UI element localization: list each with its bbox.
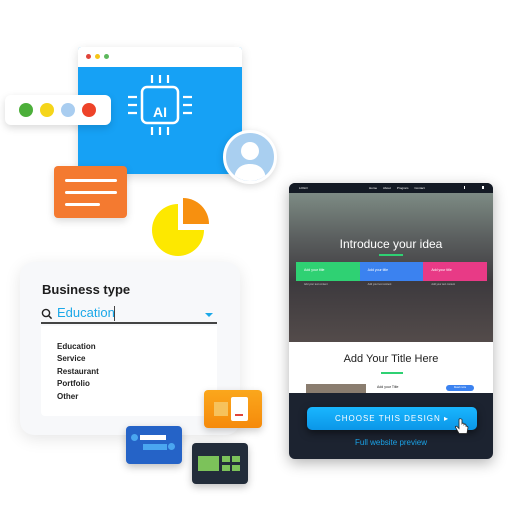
nav-about[interactable]: About	[383, 186, 391, 190]
color-swatch	[19, 103, 33, 117]
option-portfolio[interactable]: Portfolio	[41, 379, 217, 391]
chat-card-icon	[126, 426, 182, 464]
pie-chart-icon	[152, 198, 209, 256]
hand-cursor-icon	[455, 418, 469, 434]
text-card-icon	[54, 166, 127, 218]
business-type-options: Education Service Restaurant Portfolio O…	[41, 326, 217, 416]
user-avatar-icon	[223, 130, 277, 184]
text-cursor	[114, 306, 115, 321]
read-more-button[interactable]: Read more	[446, 385, 474, 391]
option-restaurant[interactable]: Restaurant	[41, 367, 217, 379]
full-preview-link[interactable]: Full website preview	[289, 438, 493, 447]
option-education[interactable]: Education	[41, 342, 217, 354]
ai-label: AI	[153, 104, 167, 120]
business-type-input[interactable]: Education	[41, 304, 217, 324]
color-swatch	[40, 103, 54, 117]
search-icon	[41, 308, 53, 320]
option-service[interactable]: Service	[41, 354, 217, 366]
preview-nav: LOGO Home About Program Contact	[289, 183, 493, 193]
hero-image: Introduce your idea Add your title Add yo…	[289, 193, 493, 342]
section-title: Add Your Title Here	[343, 353, 439, 365]
feature-box: Add your title Add your text content	[359, 262, 424, 286]
nav-program[interactable]: Program	[397, 186, 409, 190]
gallery-card-icon	[192, 443, 248, 484]
color-palette-pill	[5, 95, 111, 125]
color-swatch	[82, 103, 96, 117]
social-icons	[464, 186, 484, 189]
chevron-down-icon[interactable]	[205, 313, 213, 318]
row-title: Add your Title	[377, 385, 399, 389]
preview-logo: LOGO	[299, 186, 308, 190]
hero-title: Introduce your idea	[339, 237, 443, 251]
business-type-value: Education	[57, 305, 115, 320]
content-section: Add Your Title Here Add your Title Read …	[289, 342, 493, 393]
business-type-title: Business type	[42, 282, 131, 297]
feature-box: Add your title Add your text content	[296, 262, 360, 286]
website-preview: LOGO Home About Program Contact Introduc…	[289, 183, 493, 459]
nav-home[interactable]: Home	[369, 186, 377, 190]
choose-design-button[interactable]: CHOOSE THIS DESIGN ▸	[307, 407, 477, 430]
option-other[interactable]: Other	[41, 392, 217, 404]
feature-box: Add your title Add your text content	[423, 262, 488, 286]
nav-contact[interactable]: Contact	[414, 186, 424, 190]
document-card-icon	[204, 390, 262, 428]
color-swatch	[61, 103, 75, 117]
